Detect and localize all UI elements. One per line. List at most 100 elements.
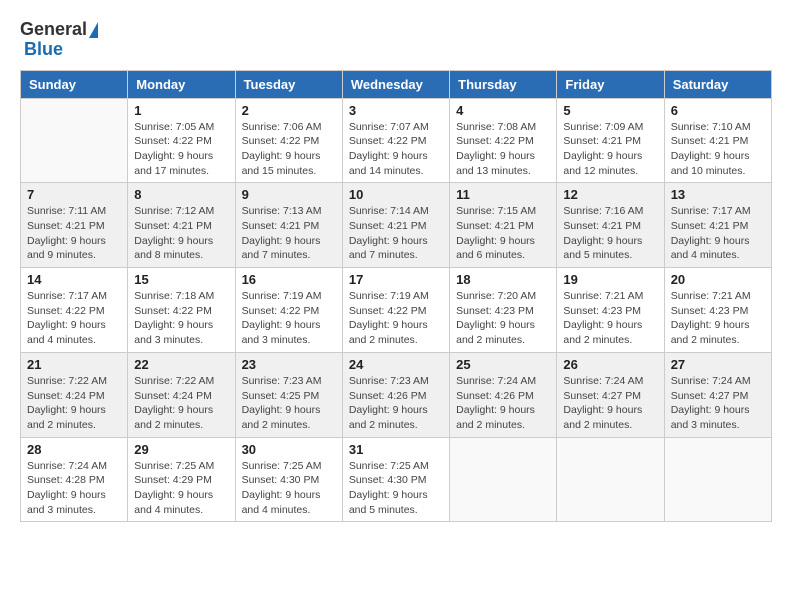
day-number: 30: [242, 442, 336, 457]
day-number: 10: [349, 187, 443, 202]
day-info: Sunrise: 7:21 AMSunset: 4:23 PMDaylight:…: [563, 289, 657, 348]
calendar-day-cell: 4 Sunrise: 7:08 AMSunset: 4:22 PMDaylight…: [450, 98, 557, 183]
day-number: 2: [242, 103, 336, 118]
calendar-day-cell: 25 Sunrise: 7:24 AMSunset: 4:26 PMDayligh…: [450, 352, 557, 437]
day-info: Sunrise: 7:07 AMSunset: 4:22 PMDaylight:…: [349, 120, 443, 179]
day-info: Sunrise: 7:23 AMSunset: 4:25 PMDaylight:…: [242, 374, 336, 433]
day-info: Sunrise: 7:20 AMSunset: 4:23 PMDaylight:…: [456, 289, 550, 348]
day-info: Sunrise: 7:17 AMSunset: 4:21 PMDaylight:…: [671, 204, 765, 263]
calendar-day-cell: 12 Sunrise: 7:16 AMSunset: 4:21 PMDayligh…: [557, 183, 664, 268]
calendar-week-row: 7 Sunrise: 7:11 AMSunset: 4:21 PMDaylight…: [21, 183, 772, 268]
day-number: 28: [27, 442, 121, 457]
day-info: Sunrise: 7:11 AMSunset: 4:21 PMDaylight:…: [27, 204, 121, 263]
calendar-day-cell: 9 Sunrise: 7:13 AMSunset: 4:21 PMDaylight…: [235, 183, 342, 268]
day-number: 11: [456, 187, 550, 202]
day-info: Sunrise: 7:25 AMSunset: 4:30 PMDaylight:…: [242, 459, 336, 518]
day-of-week-header: Monday: [128, 70, 235, 98]
calendar-day-cell: 13Sunrise: 7:17 AMSunset: 4:21 PMDayligh…: [664, 183, 771, 268]
day-number: 27: [671, 357, 765, 372]
calendar-day-cell: 11 Sunrise: 7:15 AMSunset: 4:21 PMDayligh…: [450, 183, 557, 268]
day-info: Sunrise: 7:05 AMSunset: 4:22 PMDaylight:…: [134, 120, 228, 179]
calendar-day-cell: 19 Sunrise: 7:21 AMSunset: 4:23 PMDayligh…: [557, 268, 664, 353]
day-info: Sunrise: 7:25 AMSunset: 4:30 PMDaylight:…: [349, 459, 443, 518]
day-number: 5: [563, 103, 657, 118]
day-number: 14: [27, 272, 121, 287]
calendar-day-cell: 5 Sunrise: 7:09 AMSunset: 4:21 PMDaylight…: [557, 98, 664, 183]
calendar-week-row: 28 Sunrise: 7:24 AMSunset: 4:28 PMDayligh…: [21, 437, 772, 522]
day-info: Sunrise: 7:24 AMSunset: 4:28 PMDaylight:…: [27, 459, 121, 518]
calendar-day-cell: [450, 437, 557, 522]
calendar-day-cell: 1Sunrise: 7:05 AMSunset: 4:22 PMDaylight…: [128, 98, 235, 183]
day-info: Sunrise: 7:21 AMSunset: 4:23 PMDaylight:…: [671, 289, 765, 348]
day-of-week-header: Thursday: [450, 70, 557, 98]
day-info: Sunrise: 7:22 AMSunset: 4:24 PMDaylight:…: [27, 374, 121, 433]
day-info: Sunrise: 7:25 AMSunset: 4:29 PMDaylight:…: [134, 459, 228, 518]
calendar-table: SundayMondayTuesdayWednesdayThursdayFrid…: [20, 70, 772, 523]
day-number: 29: [134, 442, 228, 457]
day-number: 7: [27, 187, 121, 202]
calendar-day-cell: 15 Sunrise: 7:18 AMSunset: 4:22 PMDayligh…: [128, 268, 235, 353]
calendar-day-cell: 17Sunrise: 7:19 AMSunset: 4:22 PMDayligh…: [342, 268, 449, 353]
day-info: Sunrise: 7:14 AMSunset: 4:21 PMDaylight:…: [349, 204, 443, 263]
day-number: 3: [349, 103, 443, 118]
day-number: 23: [242, 357, 336, 372]
day-number: 18: [456, 272, 550, 287]
day-of-week-header: Wednesday: [342, 70, 449, 98]
day-number: 31: [349, 442, 443, 457]
day-info: Sunrise: 7:06 AMSunset: 4:22 PMDaylight:…: [242, 120, 336, 179]
day-of-week-header: Sunday: [21, 70, 128, 98]
day-info: Sunrise: 7:19 AMSunset: 4:22 PMDaylight:…: [242, 289, 336, 348]
day-info: Sunrise: 7:18 AMSunset: 4:22 PMDaylight:…: [134, 289, 228, 348]
calendar-day-cell: 10 Sunrise: 7:14 AMSunset: 4:21 PMDayligh…: [342, 183, 449, 268]
calendar-day-cell: 26Sunrise: 7:24 AMSunset: 4:27 PMDayligh…: [557, 352, 664, 437]
day-info: Sunrise: 7:09 AMSunset: 4:21 PMDaylight:…: [563, 120, 657, 179]
calendar-day-cell: 28 Sunrise: 7:24 AMSunset: 4:28 PMDayligh…: [21, 437, 128, 522]
day-number: 9: [242, 187, 336, 202]
calendar-day-cell: 3 Sunrise: 7:07 AMSunset: 4:22 PMDaylight…: [342, 98, 449, 183]
calendar-day-cell: 29 Sunrise: 7:25 AMSunset: 4:29 PMDayligh…: [128, 437, 235, 522]
day-number: 26: [563, 357, 657, 372]
calendar-day-cell: 18 Sunrise: 7:20 AMSunset: 4:23 PMDayligh…: [450, 268, 557, 353]
calendar-day-cell: 8Sunrise: 7:12 AMSunset: 4:21 PMDaylight…: [128, 183, 235, 268]
day-of-week-header: Saturday: [664, 70, 771, 98]
day-info: Sunrise: 7:15 AMSunset: 4:21 PMDaylight:…: [456, 204, 550, 263]
calendar-day-cell: 7 Sunrise: 7:11 AMSunset: 4:21 PMDaylight…: [21, 183, 128, 268]
day-number: 25: [456, 357, 550, 372]
day-info: Sunrise: 7:24 AMSunset: 4:26 PMDaylight:…: [456, 374, 550, 433]
day-of-week-header: Tuesday: [235, 70, 342, 98]
day-number: 4: [456, 103, 550, 118]
calendar-day-cell: 22Sunrise: 7:22 AMSunset: 4:24 PMDayligh…: [128, 352, 235, 437]
logo: General Blue: [20, 20, 98, 60]
day-number: 16: [242, 272, 336, 287]
day-number: 24: [349, 357, 443, 372]
calendar-week-row: 14Sunrise: 7:17 AMSunset: 4:22 PMDayligh…: [21, 268, 772, 353]
calendar-day-cell: 27 Sunrise: 7:24 AMSunset: 4:27 PMDayligh…: [664, 352, 771, 437]
page-header: General Blue: [20, 20, 772, 60]
day-info: Sunrise: 7:13 AMSunset: 4:21 PMDaylight:…: [242, 204, 336, 263]
day-number: 6: [671, 103, 765, 118]
calendar-week-row: 1Sunrise: 7:05 AMSunset: 4:22 PMDaylight…: [21, 98, 772, 183]
day-info: Sunrise: 7:22 AMSunset: 4:24 PMDaylight:…: [134, 374, 228, 433]
calendar-day-cell: 30 Sunrise: 7:25 AMSunset: 4:30 PMDayligh…: [235, 437, 342, 522]
calendar-day-cell: [664, 437, 771, 522]
day-number: 8: [134, 187, 228, 202]
day-info: Sunrise: 7:16 AMSunset: 4:21 PMDaylight:…: [563, 204, 657, 263]
logo-general: General: [20, 20, 98, 40]
calendar-header-row: SundayMondayTuesdayWednesdayThursdayFrid…: [21, 70, 772, 98]
day-number: 19: [563, 272, 657, 287]
calendar-day-cell: 31 Sunrise: 7:25 AMSunset: 4:30 PMDayligh…: [342, 437, 449, 522]
day-number: 20: [671, 272, 765, 287]
day-info: Sunrise: 7:23 AMSunset: 4:26 PMDaylight:…: [349, 374, 443, 433]
day-info: Sunrise: 7:24 AMSunset: 4:27 PMDaylight:…: [671, 374, 765, 433]
calendar-day-cell: 24 Sunrise: 7:23 AMSunset: 4:26 PMDayligh…: [342, 352, 449, 437]
day-info: Sunrise: 7:08 AMSunset: 4:22 PMDaylight:…: [456, 120, 550, 179]
day-number: 12: [563, 187, 657, 202]
calendar-day-cell: [21, 98, 128, 183]
day-number: 21: [27, 357, 121, 372]
calendar-day-cell: 21 Sunrise: 7:22 AMSunset: 4:24 PMDayligh…: [21, 352, 128, 437]
day-of-week-header: Friday: [557, 70, 664, 98]
calendar-day-cell: 16 Sunrise: 7:19 AMSunset: 4:22 PMDayligh…: [235, 268, 342, 353]
day-number: 15: [134, 272, 228, 287]
calendar-week-row: 21 Sunrise: 7:22 AMSunset: 4:24 PMDayligh…: [21, 352, 772, 437]
calendar-day-cell: [557, 437, 664, 522]
